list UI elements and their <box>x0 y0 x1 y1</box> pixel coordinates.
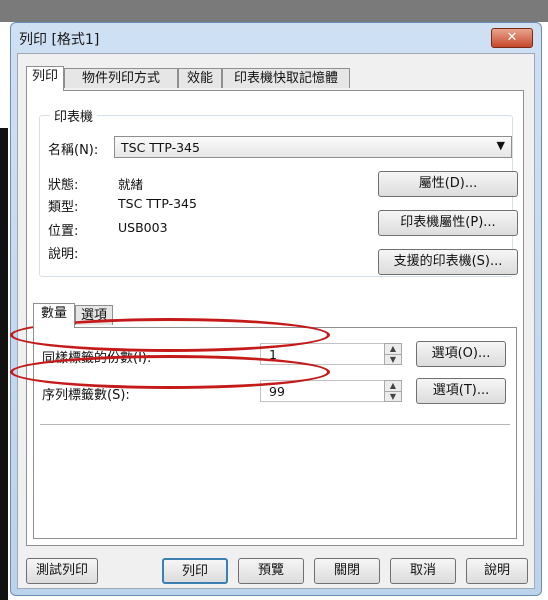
printer-name-label: 名稱(N): <box>48 143 99 158</box>
tab-object-print-mode[interactable]: 物件列印方式 <box>64 68 178 88</box>
preview-button[interactable]: 預覽 <box>238 558 304 584</box>
copies-stepper[interactable]: ▲ ▼ <box>384 343 402 365</box>
serial-value: 99 <box>269 384 285 399</box>
spin-up-icon[interactable]: ▲ <box>385 381 401 392</box>
chevron-down-icon: ▼ <box>496 139 505 152</box>
serial-label: 序列標籤數(S): <box>42 388 130 403</box>
type-value: TSC TTP-345 <box>118 196 197 211</box>
location-value: USB003 <box>118 220 168 235</box>
spin-down-icon[interactable]: ▼ <box>385 392 401 402</box>
tab-options[interactable]: 選項 <box>75 305 113 325</box>
divider-line <box>40 424 510 425</box>
tab-quantity[interactable]: 數量 <box>33 303 75 328</box>
serial-input[interactable]: 99 <box>260 380 400 402</box>
copies-label: 同樣標籤的份數(I): <box>42 351 152 366</box>
serial-stepper[interactable]: ▲ ▼ <box>384 380 402 402</box>
close-icon: ✕ <box>506 30 518 45</box>
title-bar: 列印 [格式1] ✕ <box>11 23 541 53</box>
tab-print[interactable]: 列印 <box>26 66 64 91</box>
supported-printers-button[interactable]: 支援的印表機(S)... <box>378 249 518 275</box>
left-background-edge <box>0 128 8 600</box>
spin-up-icon[interactable]: ▲ <box>385 344 401 355</box>
comment-label: 說明: <box>48 247 79 262</box>
tab-performance[interactable]: 效能 <box>178 68 222 88</box>
cancel-button[interactable]: 取消 <box>390 558 456 584</box>
type-label: 類型: <box>48 200 79 215</box>
status-value: 就緒 <box>118 177 144 192</box>
copies-options-button[interactable]: 選項(O)... <box>416 341 506 367</box>
printer-group: 印表機 名稱(N): TSC TTP-345 ▼ 狀態: 就緒 類型: TSC … <box>39 106 518 277</box>
quantity-panel: 同樣標籤的份數(I): 1 ▲ ▼ 選項(O)... 序列標籤數(S): 99 … <box>33 327 517 539</box>
help-button[interactable]: 說明 <box>466 558 528 584</box>
test-print-button[interactable]: 測試列印 <box>26 558 98 584</box>
print-button[interactable]: 列印 <box>162 558 228 584</box>
print-tab-panel: 印表機 名稱(N): TSC TTP-345 ▼ 狀態: 就緒 類型: TSC … <box>26 90 524 546</box>
location-label: 位置: <box>48 224 79 239</box>
copies-input[interactable]: 1 <box>260 343 400 365</box>
spin-down-icon[interactable]: ▼ <box>385 355 401 365</box>
window-title: 列印 [格式1] <box>19 32 100 48</box>
top-background-bar <box>0 0 548 22</box>
printer-name-select[interactable]: TSC TTP-345 ▼ <box>114 136 512 158</box>
printer-group-legend: 印表機 <box>50 106 98 125</box>
properties-button[interactable]: 屬性(D)... <box>378 171 518 197</box>
print-dialog: 列印 [格式1] ✕ 列印 物件列印方式 效能 印表機快取記憶體 印表機 名稱(… <box>10 22 542 596</box>
dialog-body: 列印 物件列印方式 效能 印表機快取記憶體 印表機 名稱(N): TSC TTP… <box>17 53 535 589</box>
close-button[interactable]: 關閉 <box>314 558 380 584</box>
printer-properties-button[interactable]: 印表機屬性(P)... <box>378 210 518 236</box>
close-window-button[interactable]: ✕ <box>491 28 533 48</box>
tab-printer-cache[interactable]: 印表機快取記憶體 <box>222 68 350 88</box>
copies-value: 1 <box>269 347 277 362</box>
status-label: 狀態: <box>48 178 79 193</box>
serial-options-button[interactable]: 選項(T)... <box>416 378 506 404</box>
printer-name-value: TSC TTP-345 <box>121 140 200 155</box>
